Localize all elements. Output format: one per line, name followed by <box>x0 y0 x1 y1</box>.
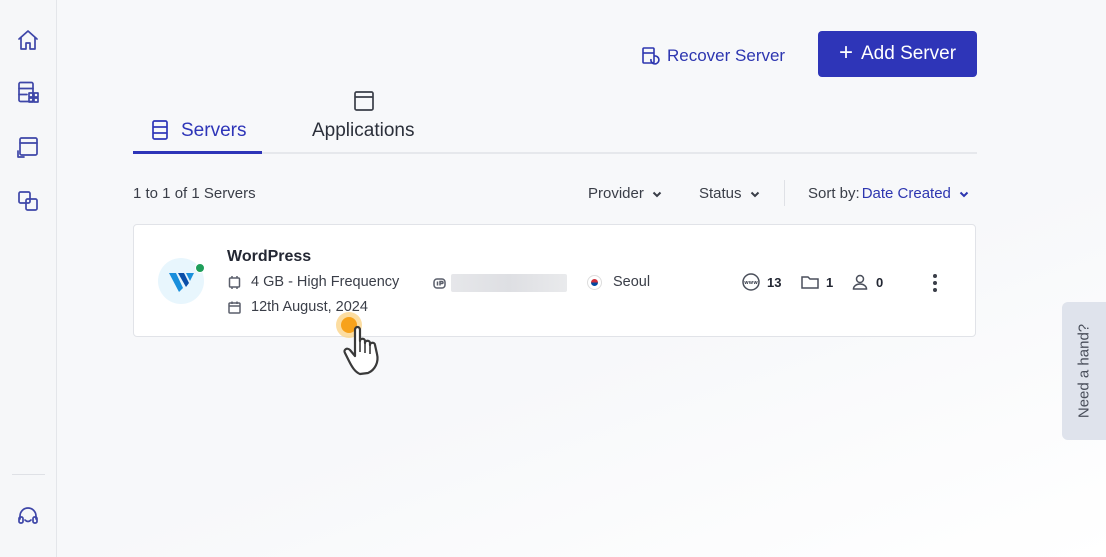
folders-count-value: 1 <box>826 274 834 290</box>
user-icon <box>852 274 868 290</box>
sort-dropdown[interactable]: Sort by: Date Created <box>808 185 969 202</box>
plus-icon: + <box>838 39 853 66</box>
filter-divider <box>784 180 785 206</box>
calendar-icon <box>228 301 241 314</box>
tab-applications[interactable]: Applications <box>312 88 430 154</box>
sidebar <box>0 0 57 557</box>
main-content: Recover Server + Add Server Servers Appl… <box>58 0 1106 557</box>
server-icon <box>149 119 171 146</box>
result-count: 1 to 1 of 1 Servers <box>133 185 256 202</box>
layers-icon[interactable] <box>14 187 42 215</box>
home-icon[interactable] <box>14 26 42 54</box>
chevron-down-icon <box>750 191 759 197</box>
recover-server-icon <box>642 47 660 65</box>
tab-applications-label: Applications <box>312 120 415 141</box>
users-count-value: 0 <box>876 274 884 290</box>
websites-count-value: 13 <box>767 274 782 290</box>
provider-filter[interactable]: Provider <box>588 185 662 202</box>
south-korea-flag-icon <box>587 274 602 290</box>
users-count[interactable]: 0 <box>850 273 883 291</box>
add-server-label: Add Server <box>860 43 957 64</box>
help-tab[interactable]: Need a hand? <box>1062 302 1106 440</box>
status-indicator <box>195 263 205 273</box>
websites-count[interactable]: www 13 <box>741 273 781 291</box>
recover-server-label: Recover Server <box>667 46 786 65</box>
tab-bar: Servers Applications <box>133 88 977 154</box>
ip-address-redacted <box>451 274 567 292</box>
chevron-down-icon <box>652 191 662 197</box>
server-apps-icon[interactable] <box>14 78 42 106</box>
add-server-button[interactable]: + Add Server <box>818 31 977 77</box>
provider-filter-label: Provider <box>588 185 644 202</box>
server-card[interactable]: WordPress 4 GB - High Frequency 12th Aug… <box>133 224 976 337</box>
help-tab-label: Need a hand? <box>1075 323 1093 419</box>
sidebar-divider <box>12 474 45 475</box>
svg-text:www: www <box>744 280 758 286</box>
chevron-down-icon <box>959 191 969 197</box>
server-name[interactable]: WordPress <box>227 248 311 266</box>
status-filter[interactable]: Status <box>699 185 760 202</box>
server-spec-label: 4 GB - High Frequency <box>251 274 400 290</box>
server-location: Seoul <box>587 274 650 290</box>
headset-icon[interactable] <box>14 502 42 530</box>
www-icon: www <box>742 273 760 291</box>
tab-servers-label: Servers <box>181 120 247 141</box>
recover-server-button[interactable]: Recover Server <box>641 44 785 68</box>
server-spec: 4 GB - High Frequency <box>227 274 399 290</box>
window-icon <box>353 90 375 117</box>
more-options-icon[interactable] <box>927 271 943 295</box>
ip-icon <box>433 277 446 289</box>
sort-value: Date Created <box>861 185 951 202</box>
folder-icon <box>801 276 819 289</box>
cpu-icon <box>228 275 241 289</box>
server-ip[interactable] <box>432 274 567 292</box>
server-location-label: Seoul <box>613 274 651 290</box>
server-created: 12th August, 2024 <box>227 299 368 315</box>
status-filter-label: Status <box>699 185 742 202</box>
tab-servers[interactable]: Servers <box>133 88 262 154</box>
window-icon[interactable] <box>14 132 42 160</box>
folders-count[interactable]: 1 <box>800 273 833 291</box>
sort-label: Sort by: <box>808 185 860 202</box>
server-created-date: 12th August, 2024 <box>251 299 368 315</box>
